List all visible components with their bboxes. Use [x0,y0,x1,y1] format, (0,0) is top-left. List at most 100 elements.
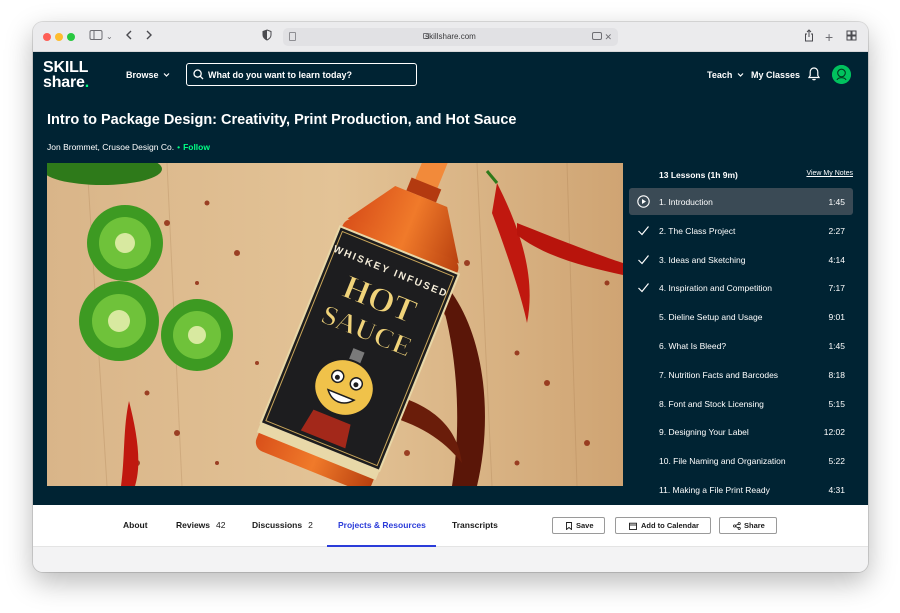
lesson-item[interactable]: 3. Ideas and Sketching 4:14 [629,246,853,273]
lesson-title: 7. Nutrition Facts and Barcodes [659,369,779,380]
logo-word: share [43,74,85,91]
lesson-duration: 5:15 [828,398,845,409]
browser-toolbar: ⌄ skillshare.com ✕ + [33,22,868,52]
lesson-playlist: 13 Lessons (1h 9m) View My Notes 1. Intr… [629,163,853,505]
lesson-title: 5. Dieline Setup and Usage [659,312,763,323]
save-button[interactable]: Save [552,517,605,534]
search-input[interactable] [208,67,413,82]
course-tabs-bar: About Reviews 42 Discussions 2 Projects & … [33,505,868,547]
lesson-item[interactable]: 1. Introduction 1:45 [629,188,853,215]
lesson-title: 8. Font and Stock Licensing [659,398,764,409]
page-content-area [33,547,868,572]
tab-reviews[interactable]: Reviews 42 [176,519,226,531]
browser-window: ⌄ skillshare.com ✕ + SKILL share. Browse… [33,22,868,572]
zoom-window-button[interactable] [67,33,75,41]
lesson-title: 9. Designing Your Label [659,427,749,438]
lesson-duration: 9:01 [828,312,845,323]
video-player[interactable]: WHISKEY INFUSED HOT SAUCE [47,163,623,486]
tab-label: Projects & Resources [338,520,426,530]
lesson-item[interactable]: 2. The Class Project 2:27 [629,217,853,244]
view-my-notes-link[interactable]: View My Notes [806,169,853,179]
lesson-item[interactable]: 8. Font and Stock Licensing 5:15 [629,390,853,417]
forward-icon[interactable] [145,29,153,45]
tab-projects-resources[interactable]: Projects & Resources [338,519,426,531]
search-bar[interactable] [186,63,417,86]
share-label: Share [744,521,765,530]
teach-label: Teach [707,70,733,80]
tab-label: Transcripts [452,520,498,530]
address-bar[interactable]: skillshare.com ✕ [283,28,618,46]
lesson-duration: 2:27 [828,225,845,236]
tab-overview-icon[interactable] [846,29,857,45]
save-label: Save [576,521,594,530]
follow-button[interactable]: Follow [183,142,210,152]
privacy-shield-icon[interactable] [262,29,272,45]
share-icon[interactable] [804,29,814,46]
share-button[interactable]: Share [719,517,777,534]
chevron-down-icon [163,69,170,81]
lesson-duration: 12:02 [823,427,845,438]
lesson-item[interactable]: 9. Designing Your Label 12:02 [629,418,853,445]
search-icon [193,69,204,80]
lesson-item[interactable]: 6. What Is Bleed? 1:45 [629,332,853,359]
author-name[interactable]: Jon Brommet, Crusoe Design Co. [47,142,174,152]
logo-dot: . [84,74,89,91]
url-text: skillshare.com [425,32,476,41]
share-icon [733,522,741,530]
tab-label: About [123,520,148,530]
add-to-calendar-button[interactable]: Add to Calendar [615,517,711,534]
play-circle-icon [637,195,650,208]
teach-menu[interactable]: Teach [707,69,744,81]
my-classes-link[interactable]: My Classes [751,69,800,81]
skillshare-app: SKILL share. Browse Teach My Classes Int… [33,52,868,505]
lesson-title: 3. Ideas and Sketching [659,254,746,265]
new-tab-icon[interactable]: + [825,29,833,45]
lesson-item[interactable]: 5. Dieline Setup and Usage 9:01 [629,303,853,330]
logo-line-1: SKILL [43,59,89,76]
browse-label: Browse [126,70,159,80]
lesson-item[interactable]: 7. Nutrition Facts and Barcodes 8:18 [629,361,853,388]
lesson-duration: 1:45 [828,341,845,351]
lesson-duration: 8:18 [828,369,845,380]
tab-label: Discussions [252,520,303,530]
back-icon[interactable] [125,29,133,45]
course-title: Intro to Package Design: Creativity, Pri… [47,112,517,128]
translate-icon[interactable] [592,32,602,40]
clear-url-icon[interactable]: ✕ [604,30,612,44]
lesson-title: 6. What Is Bleed? [659,341,727,351]
avatar[interactable] [832,65,851,84]
lesson-duration: 4:31 [828,485,845,495]
chevron-down-icon [737,69,744,81]
lesson-title: 4. Inspiration and Competition [659,283,772,294]
lesson-title: 10. File Naming and Organization [659,456,786,467]
tab-label: Reviews [176,520,211,530]
lesson-title: 2. The Class Project [659,225,736,236]
lesson-duration: 7:17 [828,283,845,294]
lesson-title: 11. Making a File Print Ready [659,485,770,495]
minimize-window-button[interactable] [55,33,63,41]
lesson-item[interactable]: 10. File Naming and Organization 5:22 [629,447,853,474]
course-byline: Jon Brommet, Crusoe Design Co. • Follow [47,141,210,153]
skillshare-logo[interactable]: SKILL share. [43,60,113,96]
video-frame-image: WHISKEY INFUSED HOT SAUCE [47,163,623,486]
byline-separator: • [177,142,181,152]
tab-about[interactable]: About [123,519,148,531]
bell-icon[interactable] [807,66,821,82]
tab-discussions[interactable]: Discussions 2 [252,519,313,531]
tab-transcripts[interactable]: Transcripts [452,519,498,531]
close-window-button[interactable] [43,33,51,41]
chevron-down-icon[interactable]: ⌄ [106,29,113,45]
lesson-item[interactable]: 4. Inspiration and Competition 7:17 [629,274,853,301]
calendar-icon [629,522,637,530]
sidebar-toggle-icon[interactable] [89,29,103,45]
lesson-duration: 4:14 [828,254,845,265]
playlist-header: 13 Lessons (1h 9m) [659,170,738,180]
checkmark-icon [638,254,649,264]
checkmark-icon [638,225,649,236]
lesson-duration: 1:45 [828,197,845,207]
bookmark-icon [566,522,572,530]
browse-menu[interactable]: Browse [126,69,170,81]
tab-count: 42 [216,520,226,530]
logo-line-2: share. [43,74,113,91]
lesson-item[interactable]: 11. Making a File Print Ready 4:31 [629,476,853,503]
